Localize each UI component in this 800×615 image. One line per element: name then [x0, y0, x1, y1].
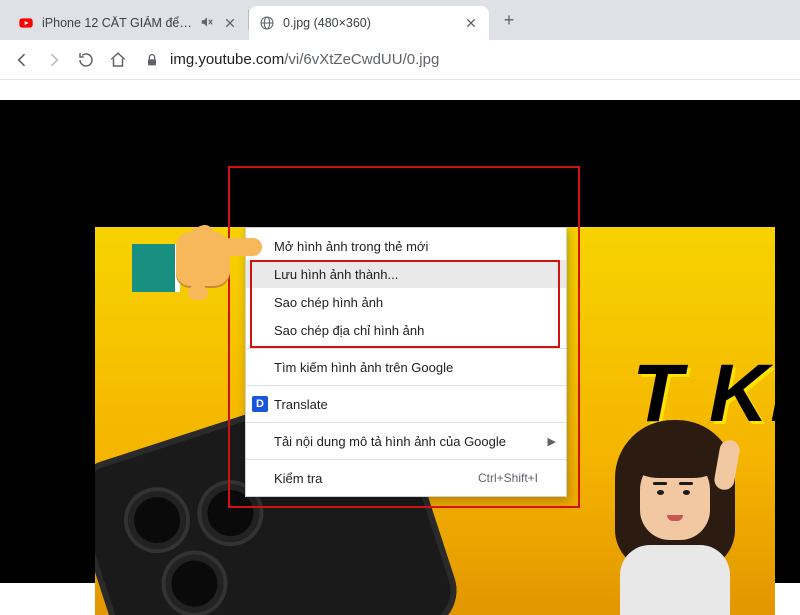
context-menu: Mở hình ảnh trong thẻ mới Lưu hình ảnh t… — [245, 227, 567, 497]
menu-label: Lưu hình ảnh thành... — [274, 267, 538, 282]
menu-copy-image-address[interactable]: Sao chép địa chỉ hình ảnh — [246, 316, 566, 344]
url-path: /vi/6vXtZeCwdUU/0.jpg — [284, 51, 439, 68]
menu-separator — [246, 385, 566, 386]
chevron-right-icon: ▶ — [548, 435, 556, 448]
new-tab-button[interactable]: + — [495, 6, 523, 34]
tab-strip: iPhone 12 CẮT GIẢM để TIẾT 0.jpg (480×36… — [0, 0, 800, 40]
audio-muted-icon[interactable] — [200, 15, 216, 31]
tab-title: iPhone 12 CẮT GIẢM để TIẾT — [42, 16, 194, 30]
menu-label: Tìm kiếm hình ảnh trên Google — [274, 360, 538, 375]
close-icon[interactable] — [463, 15, 479, 31]
home-button[interactable] — [102, 44, 134, 76]
menu-image-description[interactable]: Tải nội dung mô tả hình ảnh của Google ▶ — [246, 427, 566, 455]
address-bar[interactable]: img.youtube.com/vi/6vXtZeCwdUU/0.jpg — [144, 45, 794, 75]
pointing-hand-icon — [132, 210, 250, 308]
menu-label: Kiểm tra — [274, 471, 478, 486]
menu-save-image-as[interactable]: Lưu hình ảnh thành... — [246, 260, 566, 288]
translate-icon: D — [252, 396, 268, 412]
url-host: img.youtube.com — [170, 51, 284, 68]
person-graphic — [595, 415, 755, 615]
menu-separator — [246, 422, 566, 423]
menu-label: Tải nội dung mô tả hình ảnh của Google — [274, 434, 538, 449]
tab-youtube[interactable]: iPhone 12 CẮT GIẢM để TIẾT — [8, 6, 248, 40]
menu-inspect[interactable]: Kiểm tra Ctrl+Shift+I — [246, 464, 566, 492]
tab-image[interactable]: 0.jpg (480×360) — [249, 6, 489, 40]
back-button[interactable] — [6, 44, 38, 76]
toolbar: img.youtube.com/vi/6vXtZeCwdUU/0.jpg — [0, 40, 800, 80]
menu-translate[interactable]: D Translate — [246, 390, 566, 418]
menu-copy-image[interactable]: Sao chép hình ảnh — [246, 288, 566, 316]
menu-search-google[interactable]: Tìm kiếm hình ảnh trên Google — [246, 353, 566, 381]
reload-button[interactable] — [70, 44, 102, 76]
close-icon[interactable] — [222, 15, 238, 31]
globe-icon — [259, 15, 275, 31]
menu-open-new-tab[interactable]: Mở hình ảnh trong thẻ mới — [246, 232, 566, 260]
menu-label: Translate — [274, 397, 538, 412]
youtube-icon — [18, 15, 34, 31]
menu-label: Sao chép hình ảnh — [274, 295, 538, 310]
lock-icon — [144, 52, 160, 68]
menu-label: Mở hình ảnh trong thẻ mới — [274, 239, 538, 254]
forward-button[interactable] — [38, 44, 70, 76]
menu-separator — [246, 459, 566, 460]
menu-separator — [246, 348, 566, 349]
menu-shortcut: Ctrl+Shift+I — [478, 471, 538, 485]
menu-label: Sao chép địa chỉ hình ảnh — [274, 323, 538, 338]
tab-title: 0.jpg (480×360) — [283, 16, 457, 30]
